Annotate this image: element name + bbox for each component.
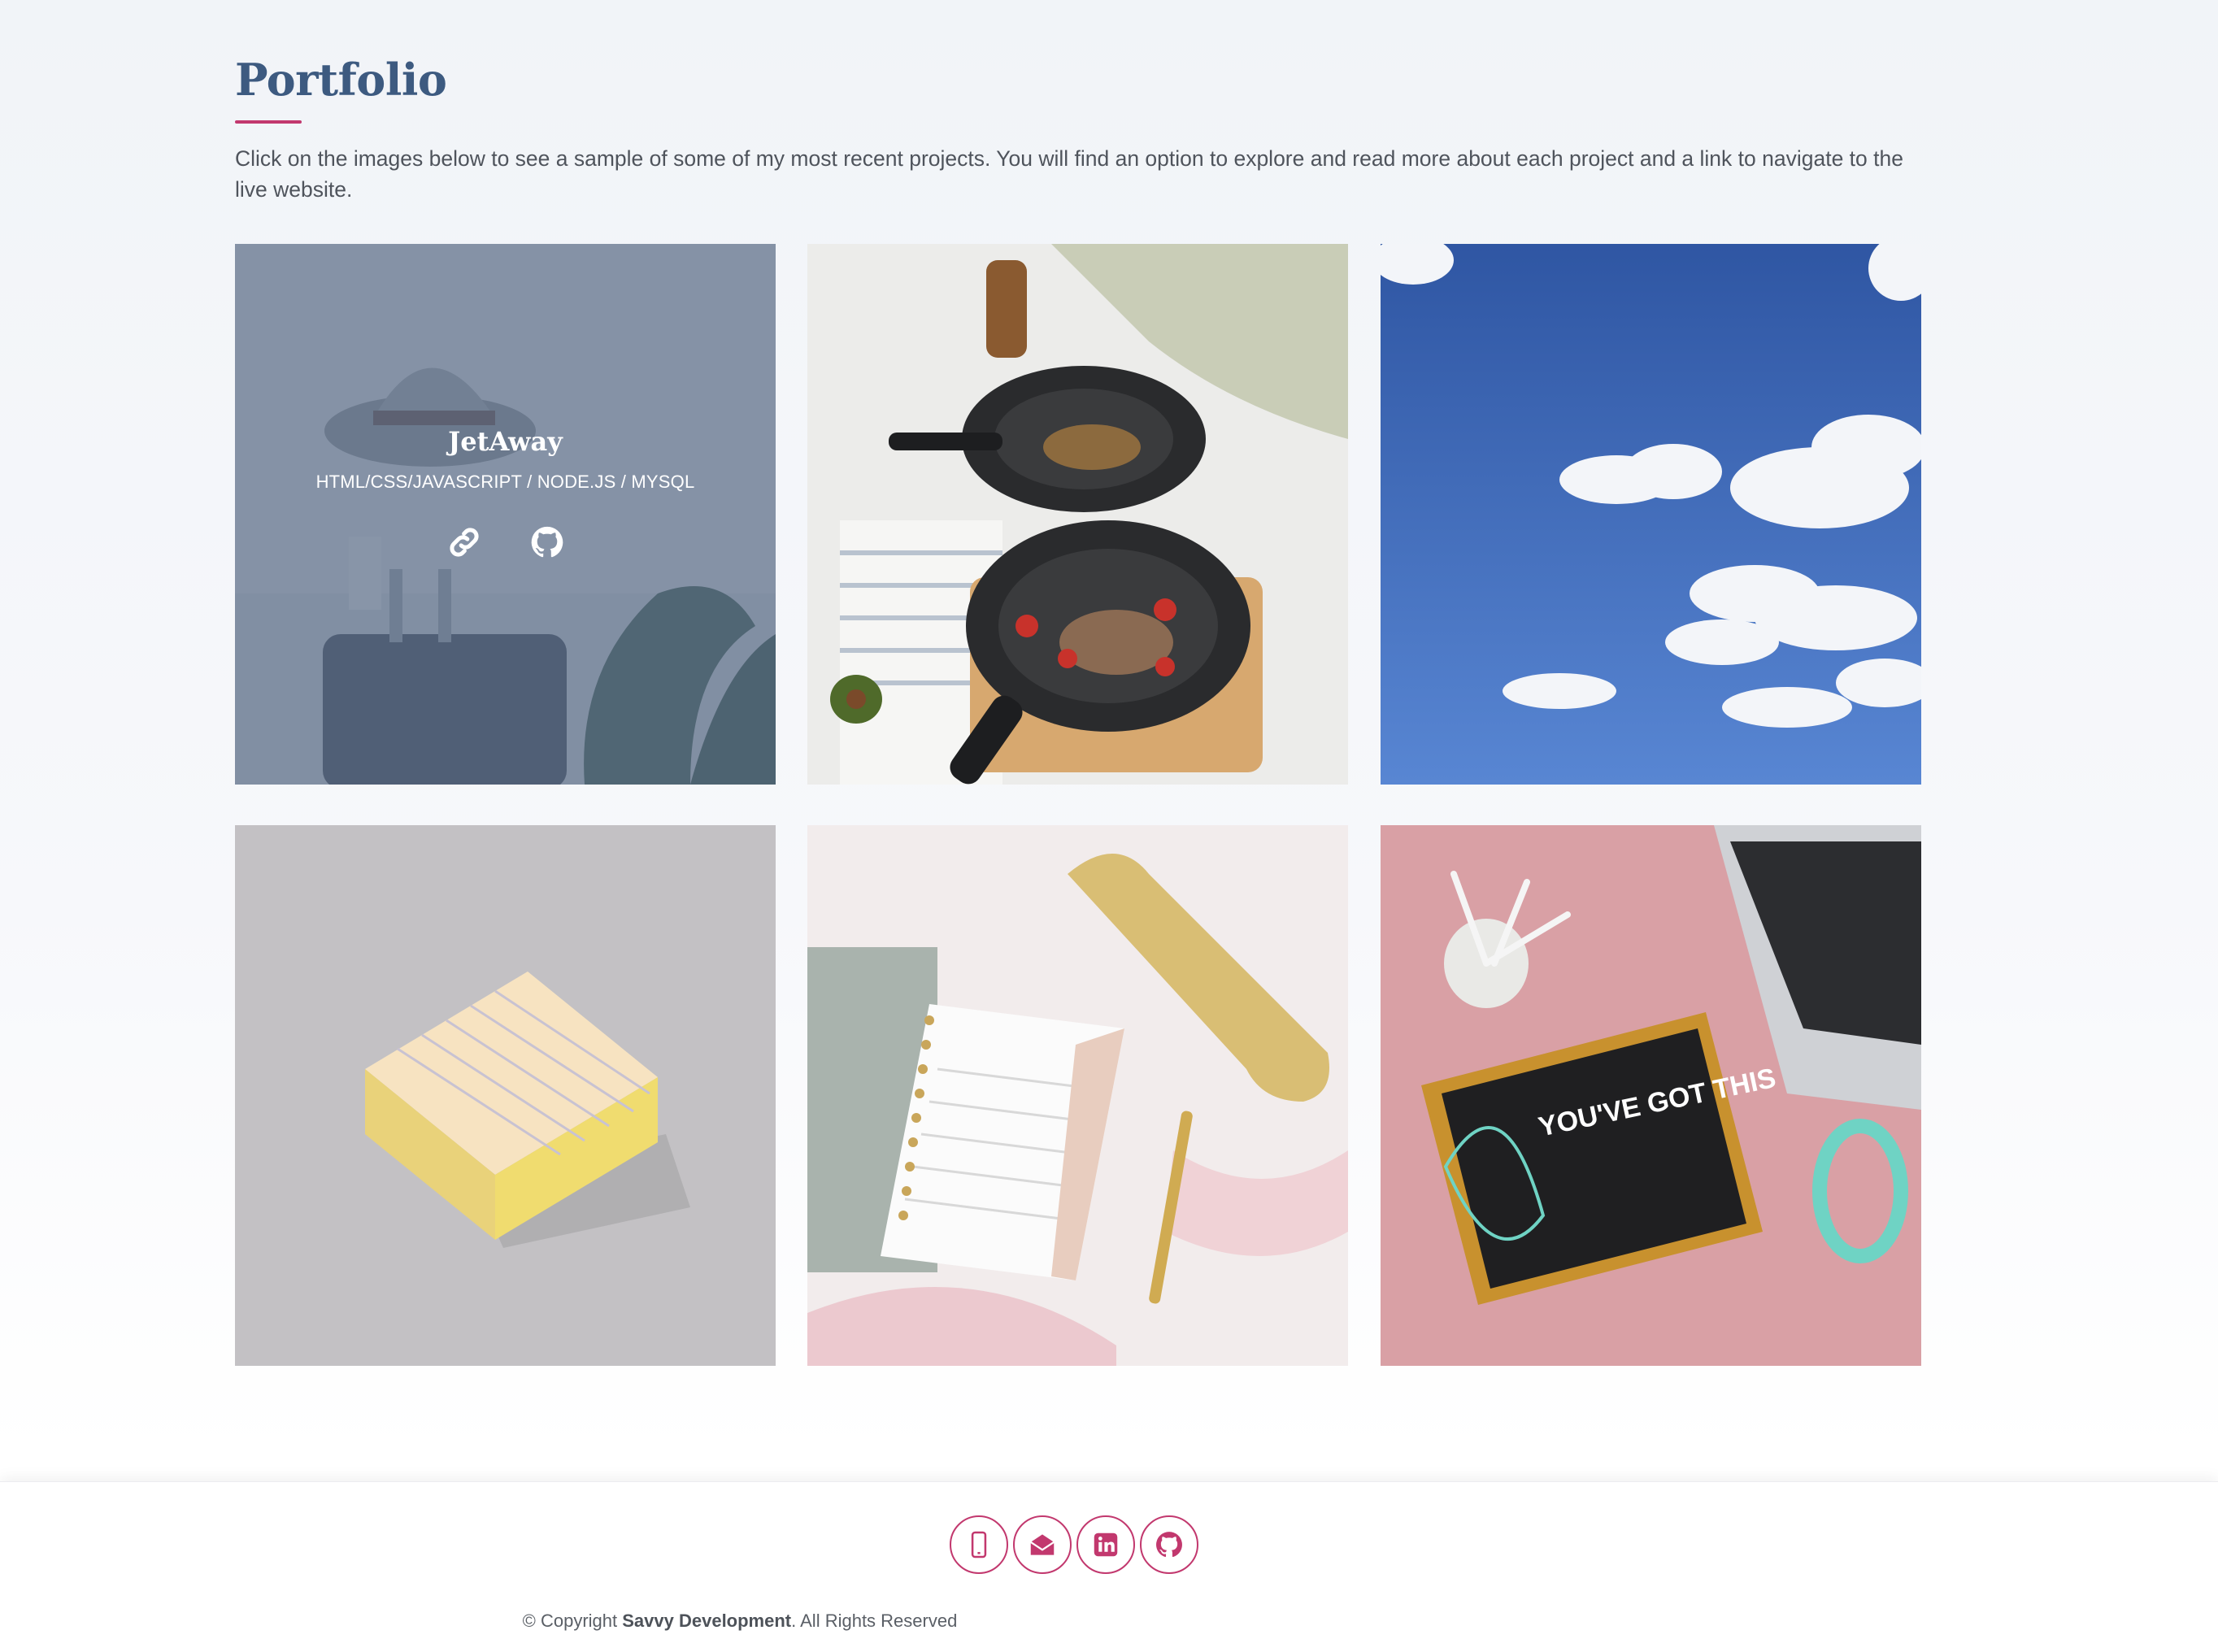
footer: © Copyright Savvy Development. All Right…	[0, 1481, 2218, 1652]
github-link[interactable]	[1140, 1515, 1198, 1574]
portfolio-tile-5[interactable]	[807, 825, 1348, 1366]
copyright-text: © Copyright Savvy Development. All Right…	[522, 1611, 958, 1631]
project-title: JetAway	[448, 425, 563, 457]
blue-sky-clouds-photo	[1381, 244, 1921, 785]
envelope-icon	[1030, 1534, 1055, 1555]
portfolio-intro: Click on the images below to see a sampl…	[235, 146, 1903, 202]
email-link[interactable]	[1013, 1515, 1072, 1574]
github-icon	[1156, 1532, 1182, 1558]
social-links	[950, 1515, 1198, 1574]
project-overlay: JetAway HTML/CSS/JAVASCRIPT / NODE.JS / …	[235, 244, 776, 785]
linkedin-link[interactable]	[1076, 1515, 1135, 1574]
portfolio-tile-4[interactable]	[235, 825, 776, 1366]
portfolio-tile-3[interactable]	[1381, 244, 1921, 785]
project-tech-stack: HTML/CSS/JAVASCRIPT / NODE.JS / MYSQL	[315, 471, 695, 492]
cooking-pans-photo	[807, 244, 1348, 785]
title-underline	[235, 120, 302, 124]
link-icon[interactable]	[446, 524, 483, 561]
phone-link[interactable]	[950, 1515, 1008, 1574]
portfolio-tile-6[interactable]: YOU'VE GOT THIS	[1381, 825, 1921, 1366]
you-got-this-letterboard-photo: YOU'VE GOT THIS	[1381, 825, 1921, 1366]
sticky-note-pad-photo	[235, 825, 776, 1366]
page-title: Portfolio	[235, 54, 447, 106]
portfolio-tile-2[interactable]	[807, 244, 1348, 785]
portfolio-tile-jetaway[interactable]: JetAway HTML/CSS/JAVASCRIPT / NODE.JS / …	[235, 244, 776, 785]
github-icon[interactable]	[528, 524, 566, 561]
planner-notebook-photo	[807, 825, 1348, 1366]
phone-icon	[971, 1531, 987, 1559]
linkedin-icon	[1094, 1532, 1118, 1557]
copyright-brand: Savvy Development	[622, 1611, 792, 1631]
